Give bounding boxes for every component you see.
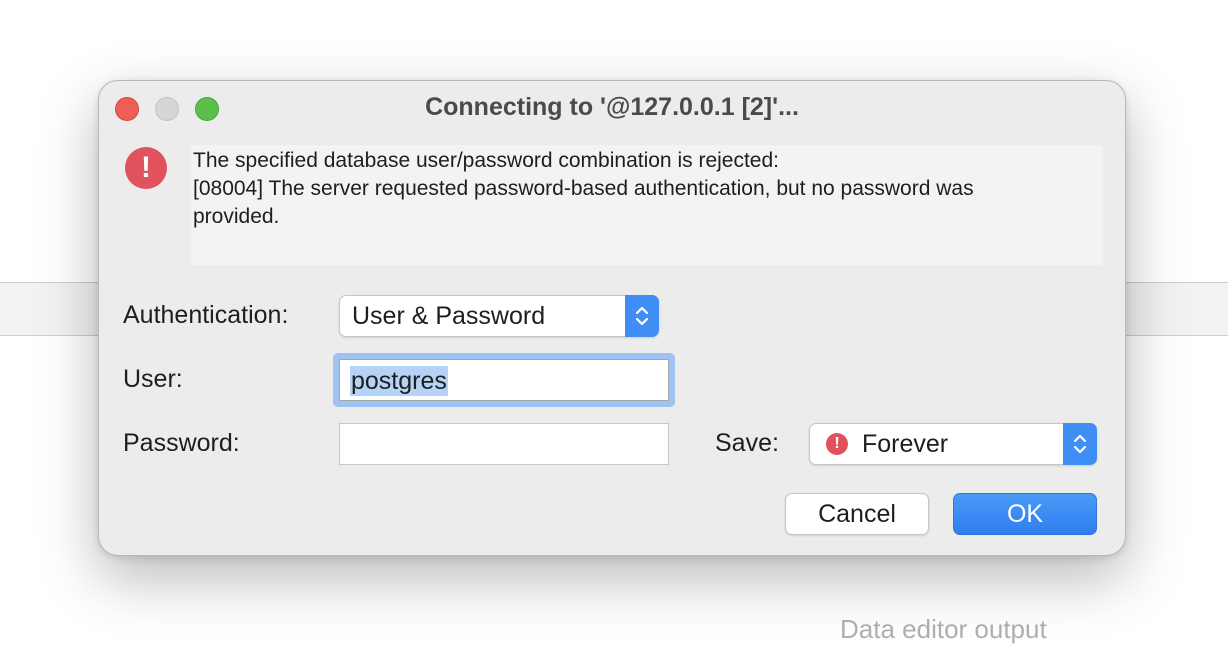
chevron-up-down-icon — [625, 295, 659, 337]
background-footer-label: Data editor output — [840, 614, 1047, 644]
password-label: Password: — [123, 429, 240, 457]
connection-dialog: Connecting to '@127.0.0.1 [2]'... ! The … — [98, 80, 1126, 556]
warning-icon: ! — [826, 433, 848, 455]
user-input[interactable]: postgres — [339, 359, 669, 401]
authentication-select-value: User & Password — [352, 302, 546, 330]
cancel-button[interactable]: Cancel — [785, 493, 929, 535]
save-select[interactable]: ! Forever — [809, 423, 1097, 465]
authentication-select[interactable]: User & Password — [339, 295, 659, 337]
save-select-value: Forever — [862, 430, 949, 458]
screen: Data editor output Connecting to '@127.0… — [0, 0, 1228, 660]
save-label: Save: — [715, 429, 779, 457]
dialog-title: Connecting to '@127.0.0.1 [2]'... — [425, 93, 799, 121]
ok-button[interactable]: OK — [953, 493, 1097, 535]
error-message-line: provided. — [193, 205, 280, 228]
user-input-value: postgres — [350, 366, 448, 396]
chevron-up-down-icon — [1063, 423, 1097, 465]
user-label: User: — [123, 365, 183, 393]
error-message-area: The specified database user/password com… — [191, 145, 1103, 265]
error-message-line: [08004] The server requested password-ba… — [193, 177, 974, 200]
authentication-label: Authentication: — [123, 301, 289, 329]
exclamation-circle-icon: ! — [125, 147, 167, 189]
error-message-line: The specified database user/password com… — [193, 149, 779, 172]
password-input[interactable] — [339, 423, 669, 465]
